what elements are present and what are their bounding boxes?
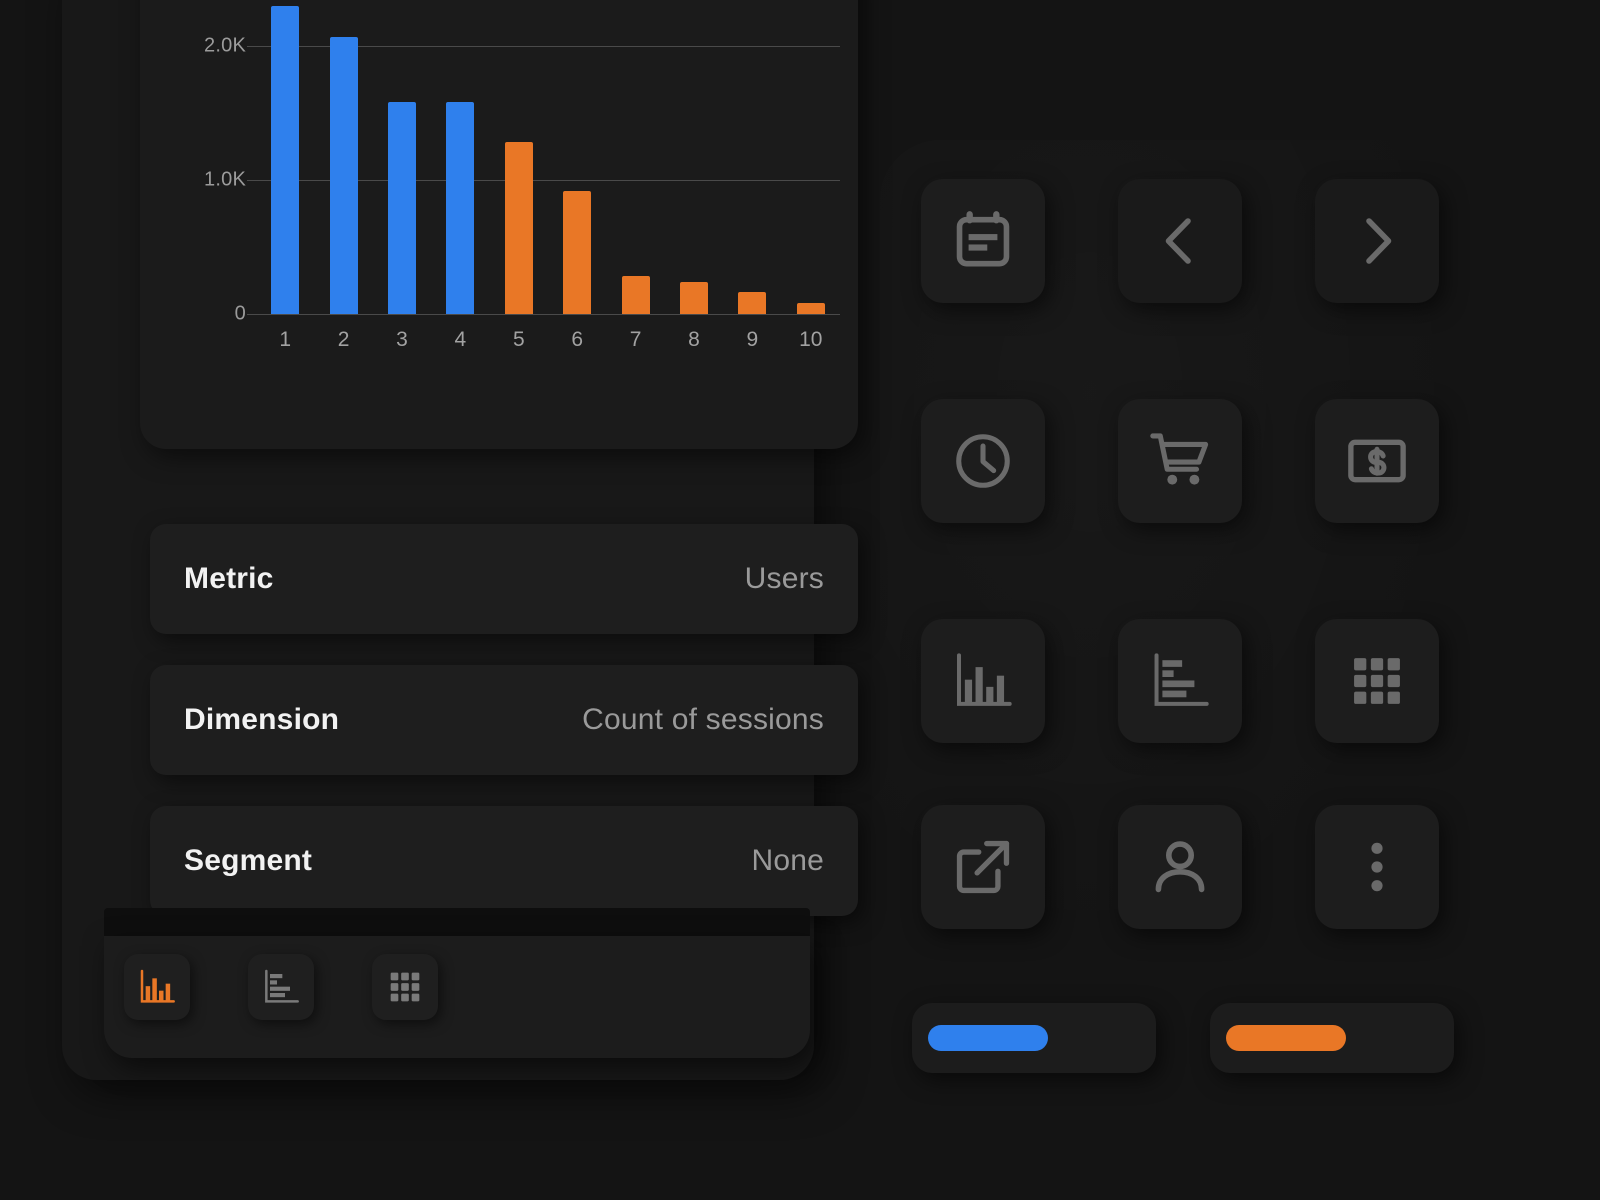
chevron-left-icon (1148, 209, 1212, 273)
selector-label: Metric (184, 562, 274, 595)
chart-bars (256, 0, 840, 314)
x-tick-label: 2 (337, 328, 350, 351)
money-bill-icon (1345, 429, 1409, 493)
selector-row-metric[interactable]: Metric Users (150, 524, 858, 634)
x-tick-label: 7 (629, 328, 642, 351)
column-chart-icon (137, 967, 177, 1007)
icon-tile-open-in-new[interactable] (921, 805, 1045, 929)
chart-bar[interactable] (738, 291, 767, 314)
selector-row-segment[interactable]: Segment None (150, 806, 858, 916)
selector-value: None (751, 844, 824, 877)
y-tick-label: 2.0K (204, 34, 246, 57)
x-tick-label: 4 (454, 328, 467, 351)
chevron-right-icon (1345, 209, 1409, 273)
chart-bar[interactable] (271, 5, 300, 314)
x-tick-label: 9 (746, 328, 759, 351)
selector-row-dimension[interactable]: Dimension Count of sessions (150, 665, 858, 775)
calendar-event-icon (951, 209, 1015, 273)
chart-x-axis: 1 2 3 4 5 6 7 8 9 10 (256, 328, 840, 368)
icon-tile-shopping-cart[interactable] (1118, 399, 1242, 523)
selector-value: Users (744, 562, 824, 595)
chart-bar[interactable] (796, 303, 825, 314)
horizontal-bar-chart-icon (1148, 649, 1212, 713)
viz-type-toolbar (104, 936, 810, 1058)
selector-label: Dimension (184, 703, 340, 736)
more-vertical-icon (1345, 835, 1409, 899)
chart-bar[interactable] (563, 190, 592, 314)
icon-tile-more-vertical[interactable] (1315, 805, 1439, 929)
icon-tile-grid-view[interactable] (1315, 619, 1439, 743)
viz-button-horizontal-bar-chart[interactable] (248, 954, 314, 1020)
legend-swatch-orange-tile[interactable] (1210, 1003, 1454, 1073)
horizontal-bar-chart-icon (261, 967, 301, 1007)
chart-bar[interactable] (621, 275, 650, 314)
column-chart-icon (951, 649, 1015, 713)
icon-tile-column-chart[interactable] (921, 619, 1045, 743)
icon-tile-horizontal-bar-chart[interactable] (1118, 619, 1242, 743)
icon-tile-calendar-event[interactable] (921, 179, 1045, 303)
app-root: 01.0K2.0K3.0K 12345678910 Metric Users D… (0, 0, 1600, 1200)
x-tick-label: 6 (571, 328, 584, 351)
chart-card: 01.0K2.0K3.0K 12345678910 (140, 0, 858, 449)
gridline (256, 314, 840, 315)
clock-icon (951, 429, 1015, 493)
icon-tile-money-bill[interactable] (1315, 399, 1439, 523)
grid-view-icon (385, 967, 425, 1007)
chart-bar[interactable] (446, 102, 475, 314)
icon-tile-clock[interactable] (921, 399, 1045, 523)
icon-tile-person[interactable] (1118, 805, 1242, 929)
selector-value: Count of sessions (582, 703, 824, 736)
open-in-new-icon (951, 835, 1015, 899)
person-icon (1148, 835, 1212, 899)
icon-tile-chevron-left[interactable] (1118, 179, 1242, 303)
chart-bar[interactable] (329, 36, 358, 314)
x-tick-label: 10 (799, 328, 823, 351)
legend-swatch-blue-tile[interactable] (912, 1003, 1156, 1073)
grid-view-icon (1345, 649, 1409, 713)
x-tick-label: 5 (512, 328, 525, 351)
blue-swatch (928, 1025, 1048, 1051)
icon-tile-chevron-right[interactable] (1315, 179, 1439, 303)
y-tick-label: 0 (234, 302, 246, 325)
shopping-cart-icon (1148, 429, 1212, 493)
viz-button-column-chart[interactable] (124, 954, 190, 1020)
chart-bar[interactable] (504, 142, 533, 314)
x-tick-label: 1 (279, 328, 292, 351)
bar-chart: 01.0K2.0K3.0K 12345678910 (140, 0, 858, 449)
chart-bar[interactable] (680, 281, 708, 314)
selector-label: Segment (184, 844, 313, 877)
chart-bar[interactable] (388, 102, 416, 314)
y-tick-mark (247, 314, 257, 315)
x-tick-label: 3 (396, 328, 408, 351)
x-tick-label: 8 (688, 328, 700, 351)
y-tick-label: 1.0K (204, 168, 246, 191)
viz-button-grid-view[interactable] (372, 954, 438, 1020)
orange-swatch (1226, 1025, 1346, 1051)
